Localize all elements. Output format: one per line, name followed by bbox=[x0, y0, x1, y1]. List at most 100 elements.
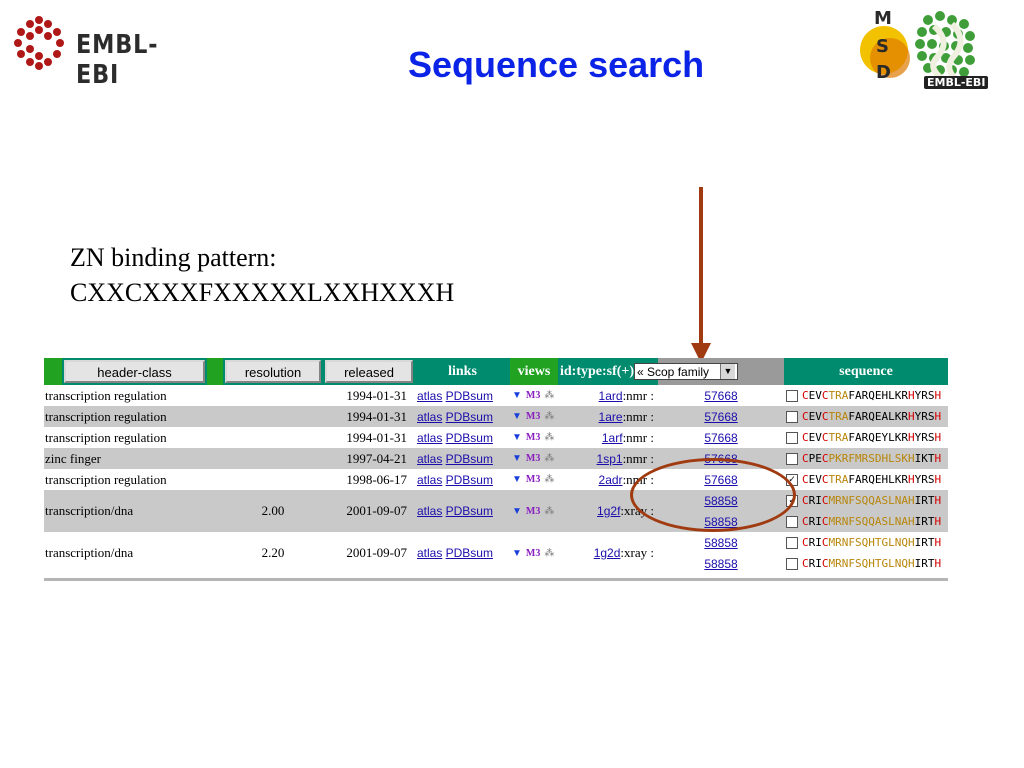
views-icons: ▼ M3 ⁂ bbox=[510, 469, 558, 490]
rasmol-icon[interactable]: ▼ bbox=[512, 548, 522, 559]
sort-header-class-button[interactable]: header-class bbox=[64, 360, 205, 383]
molecule-icon[interactable]: ⁂ bbox=[544, 548, 554, 559]
entry-separator: : bbox=[647, 408, 654, 424]
sequence-segment: RI bbox=[808, 515, 822, 528]
pdbsum-link[interactable]: PDBsum bbox=[446, 431, 493, 445]
atlas-link[interactable]: atlas bbox=[417, 504, 442, 518]
select-checkbox[interactable] bbox=[786, 432, 798, 444]
sequence-segment: H bbox=[934, 389, 942, 402]
sequence-segment: IRT bbox=[914, 494, 935, 507]
atlas-link[interactable]: atlas bbox=[417, 389, 442, 403]
sequence-segment: H bbox=[907, 536, 915, 549]
pdbsum-link[interactable]: PDBsum bbox=[446, 389, 493, 403]
atlas-link[interactable]: atlas bbox=[417, 546, 442, 560]
entry-separator: : bbox=[647, 545, 654, 560]
pdbsum-link[interactable]: PDBsum bbox=[446, 452, 493, 466]
rasmol-icon[interactable]: ▼ bbox=[512, 390, 522, 401]
links-cell: atlas PDBsum bbox=[415, 385, 510, 406]
scop-family-link[interactable]: 57668 bbox=[704, 389, 737, 403]
molecule-icon[interactable]: ⁂ bbox=[544, 474, 554, 485]
annotation-arrow-shaft bbox=[699, 187, 703, 347]
pdbsum-link[interactable]: PDBsum bbox=[446, 473, 493, 487]
sequence-segment: H bbox=[907, 431, 915, 444]
pdb-id-link[interactable]: 1sp1 bbox=[597, 452, 623, 466]
select-checkbox[interactable] bbox=[786, 516, 798, 528]
msd-icon[interactable]: M3 bbox=[526, 390, 540, 401]
sequence-segment: RI bbox=[808, 494, 822, 507]
sort-resolution-button[interactable]: resolution bbox=[225, 360, 321, 383]
chevron-down-icon[interactable]: ▼ bbox=[720, 364, 735, 379]
atlas-link[interactable]: atlas bbox=[417, 452, 442, 466]
msd-icon[interactable]: M3 bbox=[526, 474, 540, 485]
msd-icon[interactable]: M3 bbox=[526, 548, 540, 559]
select-checkbox[interactable] bbox=[786, 537, 798, 549]
pdb-id-link[interactable]: 1g2f bbox=[597, 504, 620, 518]
header-class-value: transcription regulation bbox=[44, 406, 223, 427]
scop-family-dropdown[interactable]: « Scop family ▼ bbox=[634, 363, 738, 380]
scop-family-link[interactable]: 58858 bbox=[704, 536, 737, 550]
header-class-value: zinc finger bbox=[44, 448, 223, 469]
pdb-id-link[interactable]: 1arf bbox=[602, 431, 623, 445]
select-checkbox[interactable]: ✓ bbox=[786, 495, 798, 507]
select-checkbox[interactable] bbox=[786, 390, 798, 402]
molecule-icon[interactable]: ⁂ bbox=[544, 506, 554, 517]
molecule-icon[interactable]: ⁂ bbox=[544, 411, 554, 422]
rasmol-icon[interactable]: ▼ bbox=[512, 432, 522, 443]
select-checkbox[interactable] bbox=[786, 453, 798, 465]
rasmol-icon[interactable]: ▼ bbox=[512, 411, 522, 422]
resolution-value bbox=[223, 406, 323, 427]
molecule-icon[interactable]: ⁂ bbox=[544, 390, 554, 401]
molecule-icon[interactable]: ⁂ bbox=[544, 432, 554, 443]
pdbsum-link[interactable]: PDBsum bbox=[446, 410, 493, 424]
rasmol-icon[interactable]: ▼ bbox=[512, 506, 522, 517]
results-screenshot: header-class resolution released links v… bbox=[44, 358, 948, 582]
pdbsum-link[interactable]: PDBsum bbox=[446, 546, 493, 560]
sequence-cell: CRICMRNFSQQASLNAHIRTH bbox=[784, 511, 948, 532]
pdbsum-link[interactable]: PDBsum bbox=[446, 504, 493, 518]
scop-family-select[interactable]: « Scop family ▼ bbox=[634, 363, 738, 381]
msd-icon[interactable]: M3 bbox=[526, 453, 540, 464]
sequence-segment: PKRFMRSDHLSK bbox=[828, 452, 908, 465]
entry-separator: : bbox=[647, 503, 654, 518]
atlas-link[interactable]: atlas bbox=[417, 431, 442, 445]
sequence-segment: C bbox=[821, 473, 829, 486]
msd-icon[interactable]: M3 bbox=[526, 411, 540, 422]
select-checkbox[interactable] bbox=[786, 558, 798, 570]
sequence-segment: IRT bbox=[914, 515, 935, 528]
pdb-id-link[interactable]: 2adr bbox=[599, 473, 623, 487]
scop-family-link[interactable]: 58858 bbox=[704, 494, 737, 508]
sequence-segment: C bbox=[821, 515, 829, 528]
sequence-segment: EV bbox=[808, 473, 822, 486]
msd-icon[interactable]: M3 bbox=[526, 432, 540, 443]
rasmol-icon[interactable]: ▼ bbox=[512, 453, 522, 464]
atlas-link[interactable]: atlas bbox=[417, 473, 442, 487]
links-cell: atlas PDBsum bbox=[415, 490, 510, 532]
scop-family-link[interactable]: 57668 bbox=[704, 410, 737, 424]
pdb-id-link[interactable]: 1g2d bbox=[594, 546, 621, 560]
rasmol-icon[interactable]: ▼ bbox=[512, 474, 522, 485]
scop-family-cell: 58858 bbox=[658, 511, 784, 532]
scop-family-link[interactable]: 57668 bbox=[704, 431, 737, 445]
scop-family-link[interactable]: 58858 bbox=[704, 515, 737, 529]
header-spacer-left bbox=[44, 358, 62, 385]
molecule-icon[interactable]: ⁂ bbox=[544, 453, 554, 464]
sequence-segment: H bbox=[934, 410, 942, 423]
msd-icon[interactable]: M3 bbox=[526, 506, 540, 517]
entry-type: :xray bbox=[620, 503, 648, 518]
pdb-id-link[interactable]: 1are bbox=[599, 410, 623, 424]
atlas-link[interactable]: atlas bbox=[417, 410, 442, 424]
select-checkbox[interactable]: ✓ bbox=[786, 474, 798, 486]
released-value: 1994-01-31 bbox=[323, 427, 415, 448]
released-value: 1994-01-31 bbox=[323, 406, 415, 427]
scop-family-cell: 58858 bbox=[658, 553, 784, 574]
scop-family-link[interactable]: 57668 bbox=[704, 473, 737, 487]
scop-family-link[interactable]: 57668 bbox=[704, 452, 737, 466]
sequence-segment: MRNFSQHTGLNQ bbox=[828, 557, 908, 570]
sort-released-button[interactable]: released bbox=[325, 360, 413, 383]
select-checkbox[interactable] bbox=[786, 411, 798, 423]
views-icons: ▼ M3 ⁂ bbox=[510, 490, 558, 532]
sequence-segment: C bbox=[802, 389, 809, 402]
pdb-id-link[interactable]: 1ard bbox=[599, 389, 623, 403]
scop-family-link[interactable]: 58858 bbox=[704, 557, 737, 571]
entry-separator: : bbox=[647, 471, 654, 487]
